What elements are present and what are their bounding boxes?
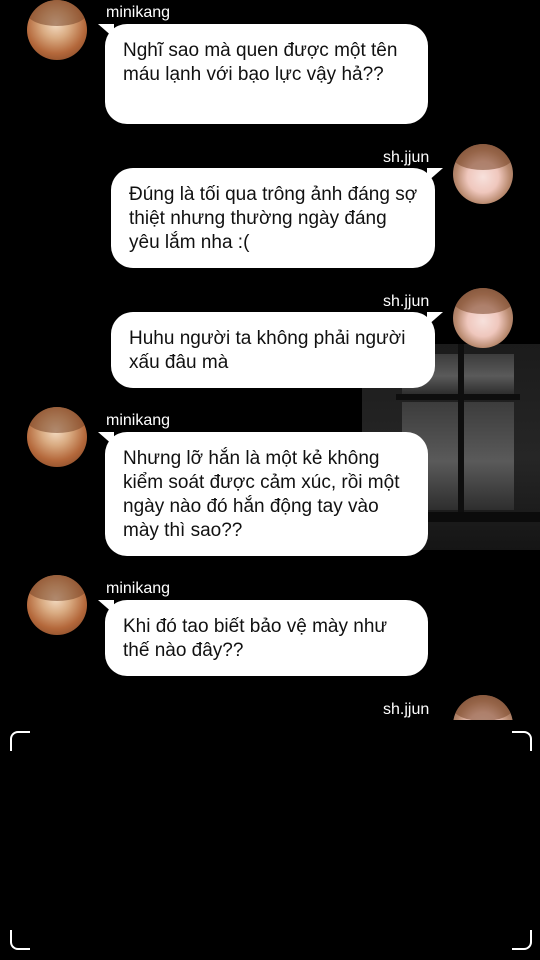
frame-corner-bottom-right xyxy=(512,930,532,950)
message-text: Nghĩ sao mà quen được một tên máu lạnh v… xyxy=(123,40,398,85)
message-text: Khi đó tao biết bảo vệ mày như thế nào đ… xyxy=(123,616,388,661)
avatar-clip xyxy=(453,695,513,720)
avatar-minikang[interactable] xyxy=(27,575,87,635)
frame-corner-bottom-left xyxy=(10,930,30,950)
avatar-minikang[interactable] xyxy=(27,0,87,60)
sender-name: minikang xyxy=(106,4,171,21)
avatar-shjjun[interactable] xyxy=(453,144,513,204)
message-bubble: Khi đó tao biết bảo vệ mày như thế nào đ… xyxy=(105,600,428,676)
message-text: Nhưng lỡ hắn là một kẻ không kiểm soát đ… xyxy=(123,448,400,541)
avatar-shjjun[interactable] xyxy=(453,288,513,348)
sender-name: minikang xyxy=(106,412,171,429)
message-bubble: Đúng là tối qua trông ảnh đáng sợ thiệt … xyxy=(111,168,435,268)
message-bubble: Nhưng lỡ hắn là một kẻ không kiểm soát đ… xyxy=(105,432,428,556)
avatar-minikang[interactable] xyxy=(27,407,87,467)
sender-name: sh.jjun xyxy=(383,149,430,166)
avatar-shjjun[interactable] xyxy=(453,695,513,720)
sender-name: sh.jjun xyxy=(383,701,430,718)
message-text: Đúng là tối qua trông ảnh đáng sợ thiệt … xyxy=(129,184,418,253)
message-text: Huhu người ta không phải người xấu đâu m… xyxy=(129,328,406,373)
message-bubble: Huhu người ta không phải người xấu đâu m… xyxy=(111,312,435,388)
sender-name: minikang xyxy=(106,580,171,597)
frame-corner-top-right xyxy=(512,731,532,751)
frame-corner-top-left xyxy=(10,731,30,751)
sender-name: sh.jjun xyxy=(383,293,430,310)
message-bubble: Nghĩ sao mà quen được một tên máu lạnh v… xyxy=(105,24,428,124)
